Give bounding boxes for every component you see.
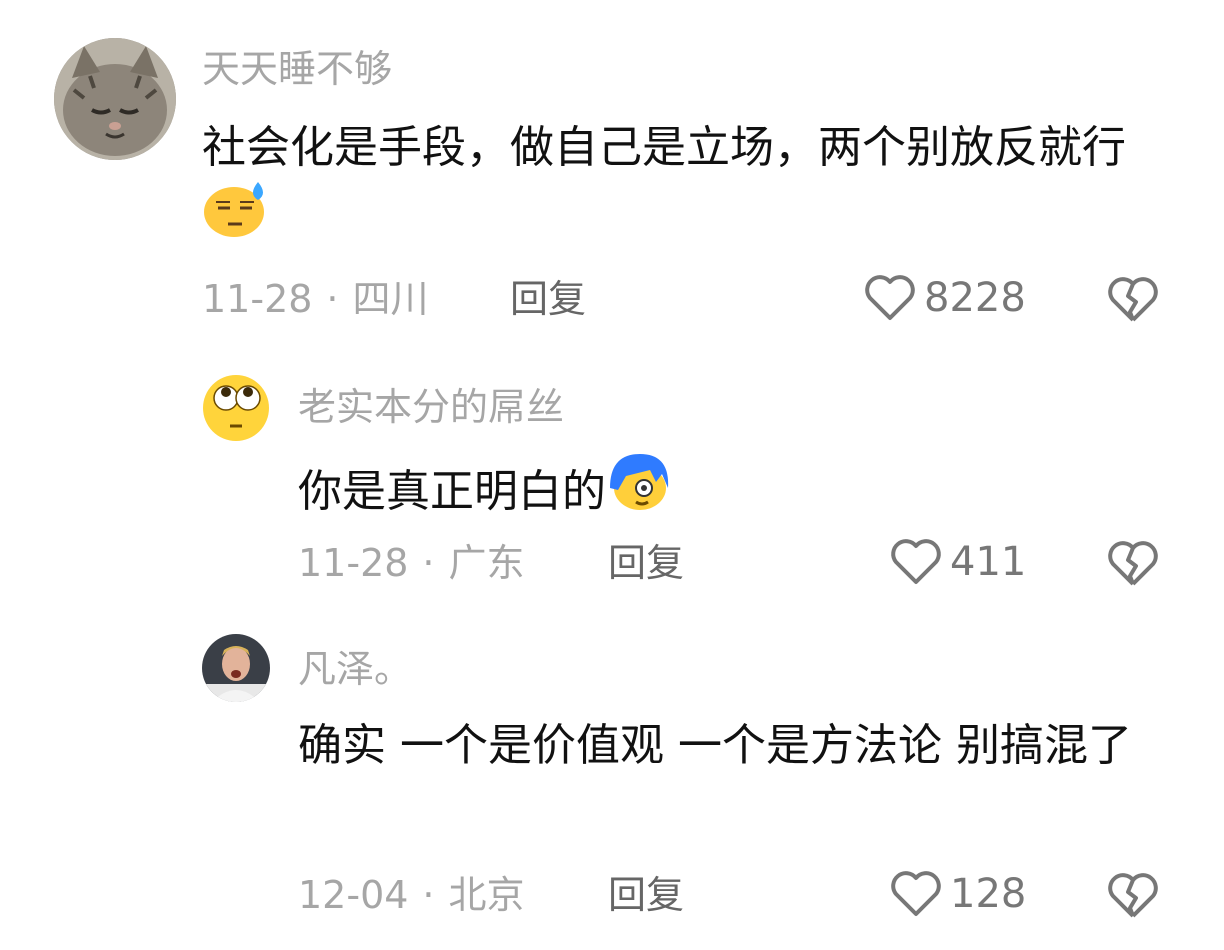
comment-item: 老实本分的屌丝 你是真正明白的 11-28 · 广东 回复 411 [0,340,1224,600]
broken-heart-icon [1108,873,1158,918]
heart-icon [865,275,915,320]
comment-meta: 12-04 · 北京 [298,873,525,917]
user-avatar[interactable] [202,374,270,442]
comment-text-body: 社会化是手段，做自己是立场，两个别放反就行 [202,122,1126,173]
comment-date: 11-28 [202,277,313,321]
comment-location: 北京 [448,873,525,917]
dislike-button[interactable] [1108,872,1158,924]
reply-button[interactable]: 回复 [510,276,586,322]
username[interactable]: 老实本分的屌丝 [298,384,564,430]
cat-avatar-icon [54,38,176,160]
comment-date: 11-28 [298,541,409,585]
comment-text: 社会化是手段，做自己是立场，两个别放反就行 [202,116,1162,256]
footballer-avatar-icon [202,634,270,702]
username[interactable]: 天天睡不够 [202,46,392,92]
heart-icon [891,539,941,584]
user-avatar[interactable] [202,634,270,702]
comment-location: 广东 [448,541,525,585]
comment-text: 确实 一个是价值观 一个是方法论 别搞混了 [298,720,1132,771]
dislike-button[interactable] [1108,276,1158,328]
like-button[interactable]: 411 [890,538,1026,586]
reply-button[interactable]: 回复 [608,540,684,586]
username[interactable]: 凡泽。 [298,646,412,692]
comment-meta: 11-28 · 四川 [202,277,429,321]
like-count: 128 [950,871,1027,917]
reply-button[interactable]: 回复 [608,872,684,918]
rolling-eyes-emoji-icon [203,375,269,441]
comment-text-body: 你是真正明白的 [298,466,606,517]
comment-meta: 11-28 · 广东 [298,541,525,585]
blue-hair-face-emoji-icon [606,452,672,532]
comment-text: 你是真正明白的 [298,452,1158,532]
like-count: 411 [950,539,1027,585]
downcast-sweat-emoji-icon [202,180,268,256]
comment-item: 凡泽。 确实 一个是价值观 一个是方法论 别搞混了 12-04 · 北京 回复 12… [0,600,1224,950]
like-button[interactable]: 128 [890,870,1026,918]
dislike-button[interactable] [1108,540,1158,592]
broken-heart-icon [1108,277,1158,322]
user-avatar[interactable] [54,38,176,160]
like-count: 8228 [924,275,1026,321]
like-button[interactable]: 8228 [864,274,1026,322]
comment-item: 天天睡不够 社会化是手段，做自己是立场，两个别放反就行 11-28 · 四川 回复 … [0,0,1224,340]
comment-date: 12-04 [298,873,409,917]
broken-heart-icon [1108,541,1158,586]
heart-icon [891,871,941,916]
comment-location: 四川 [352,277,429,321]
